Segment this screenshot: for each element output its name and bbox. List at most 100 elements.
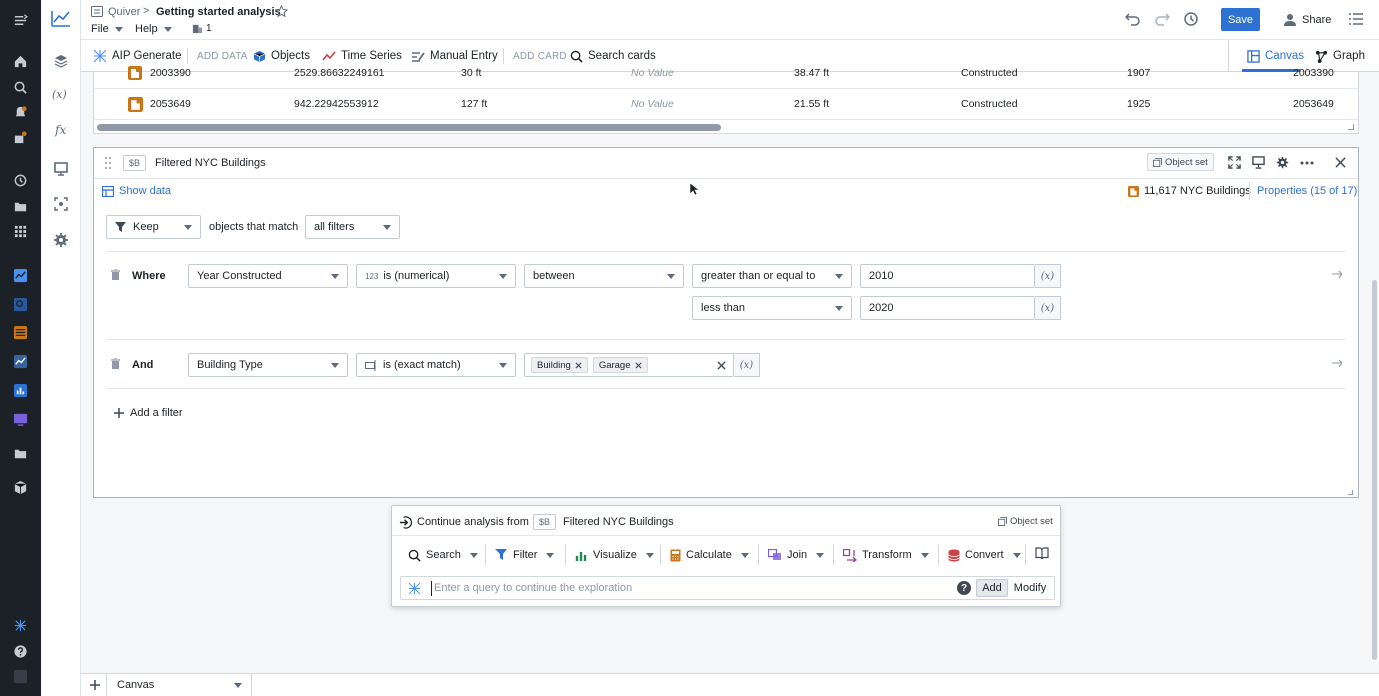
variables-icon[interactable]: (x) <box>52 88 67 101</box>
continue-from-label: Continue analysis from <box>417 516 529 528</box>
favorite-star-icon[interactable] <box>275 5 288 18</box>
undo-icon[interactable] <box>1125 12 1141 26</box>
menu-expand-icon[interactable] <box>11 11 29 29</box>
presentation-icon[interactable] <box>1252 156 1265 169</box>
visualize-button[interactable]: Visualize <box>575 542 654 568</box>
add-canvas-plus-icon[interactable] <box>90 680 100 690</box>
filter-operator-select[interactable]: is (exact match) <box>356 353 516 377</box>
help-icon[interactable] <box>11 642 29 660</box>
range-type-select[interactable]: between <box>524 264 684 288</box>
horizontal-scrollbar[interactable] <box>97 124 721 131</box>
variable-button[interactable]: (x) <box>1035 296 1061 320</box>
folder-icon[interactable] <box>11 197 29 215</box>
remove-tag-icon[interactable] <box>575 361 582 369</box>
collapse-filter-icon[interactable] <box>1332 360 1342 368</box>
properties-list-icon[interactable] <box>1349 12 1363 26</box>
filter-property-select[interactable]: Year Constructed <box>188 264 348 288</box>
delete-filter-icon[interactable] <box>111 269 120 280</box>
app-chart-icon[interactable] <box>11 352 29 370</box>
variable-button[interactable]: (x) <box>1035 264 1061 288</box>
maximize-icon[interactable] <box>1228 156 1241 169</box>
breadcrumb-separator: > <box>143 5 150 17</box>
tag-input[interactable]: Building Garage <box>524 353 734 377</box>
user-avatar-icon[interactable] <box>11 667 29 685</box>
search-button[interactable]: Search <box>408 542 478 568</box>
building-icon <box>128 89 143 119</box>
canvas-tab[interactable]: Canvas <box>106 674 252 696</box>
collapse-filter-icon[interactable] <box>1332 271 1342 279</box>
app-cube-icon[interactable] <box>11 478 29 496</box>
modify-button[interactable]: Modify <box>1009 579 1051 597</box>
resize-handle-icon[interactable] <box>1348 490 1353 495</box>
close-icon[interactable] <box>1335 157 1346 168</box>
app-quiver-icon[interactable] <box>11 266 29 284</box>
function-icon[interactable]: fx <box>55 123 66 137</box>
upper-bound-input[interactable]: 2020 <box>860 296 1035 320</box>
drag-handle-icon[interactable] <box>105 157 111 169</box>
save-button[interactable]: Save <box>1221 8 1260 31</box>
show-data-button[interactable]: Show data <box>102 185 171 197</box>
join-button[interactable]: Join <box>768 542 825 568</box>
table-row[interactable]: 2053649 942.22942553912 127 ft No Value … <box>94 89 1358 119</box>
convert-button[interactable]: Convert <box>948 542 1021 568</box>
search-icon[interactable] <box>11 78 29 96</box>
tag-building: Building <box>531 357 588 373</box>
redo-icon[interactable] <box>1154 12 1170 26</box>
convert-label: Convert <box>965 549 1004 561</box>
settings-gear-icon[interactable] <box>53 232 69 248</box>
properties-link[interactable]: Properties (15 of 17) <box>1257 185 1357 197</box>
app-explorer-icon[interactable] <box>11 295 29 313</box>
file-menu[interactable]: File <box>91 23 123 35</box>
apps-badge-icon[interactable] <box>11 128 29 146</box>
notifications-icon[interactable] <box>11 103 29 121</box>
chevron-down-icon <box>234 683 242 688</box>
add-filter-button[interactable]: Add a filter <box>114 407 183 419</box>
clear-icon[interactable] <box>717 361 726 370</box>
presentation-icon[interactable] <box>53 161 69 177</box>
help-icon[interactable]: ? <box>957 581 971 595</box>
members-indicator[interactable]: 1 <box>192 23 212 34</box>
filter-operator-select[interactable]: 123 is (numerical) <box>356 264 516 288</box>
book-icon[interactable] <box>1035 547 1049 560</box>
app-pipeline-icon[interactable] <box>11 323 29 341</box>
settings-gear-icon[interactable] <box>1276 156 1289 169</box>
table-row[interactable]: 2003390 2529.86632249161 30 ft No Value … <box>94 58 1358 88</box>
focus-icon[interactable] <box>53 196 69 212</box>
upper-bound-comparator-select[interactable]: less than <box>692 296 852 320</box>
card-title[interactable]: Filtered NYC Buildings <box>155 157 266 169</box>
filter-property-select[interactable]: Building Type <box>188 353 348 377</box>
page-title[interactable]: Getting started analysis <box>156 6 281 18</box>
share-button[interactable]: Share <box>1284 13 1331 26</box>
keep-select[interactable]: Keep <box>106 215 201 239</box>
layers-icon[interactable] <box>53 53 69 69</box>
page-scrollbar[interactable] <box>1372 280 1377 660</box>
aip-icon[interactable] <box>11 616 29 634</box>
filter-button[interactable]: Filter <box>495 542 555 568</box>
resize-handle-icon[interactable] <box>1348 124 1354 130</box>
lower-bound-comparator-select[interactable]: greater than or equal to <box>692 264 852 288</box>
match-mode-select[interactable]: all filters <box>305 215 400 239</box>
more-options-icon[interactable] <box>1300 161 1314 165</box>
query-input[interactable]: Enter a query to continue the exploratio… <box>434 582 632 594</box>
app-bar-chart-icon[interactable] <box>11 381 29 399</box>
transform-button[interactable]: Transform <box>843 542 929 568</box>
canvas-tab-bar: Canvas <box>81 673 1379 696</box>
delete-filter-icon[interactable] <box>111 358 120 369</box>
variable-button[interactable]: (x) <box>734 353 760 377</box>
app-grid-icon[interactable] <box>11 222 29 240</box>
add-button[interactable]: Add <box>976 579 1008 597</box>
remove-tag-icon[interactable] <box>634 361 642 369</box>
version-history-icon[interactable] <box>1183 11 1199 27</box>
history-icon[interactable] <box>11 171 29 189</box>
source-name: Filtered NYC Buildings <box>563 516 674 528</box>
help-menu[interactable]: Help <box>135 23 172 35</box>
numeric-type-icon: 123 <box>365 271 379 281</box>
object-count-label: 11,617 NYC Buildings <box>1144 185 1251 197</box>
home-icon[interactable] <box>11 52 29 70</box>
object-set-badge[interactable]: Object set <box>1147 153 1214 171</box>
lower-bound-input[interactable]: 2010 <box>860 264 1035 288</box>
breadcrumb-parent[interactable]: Quiver <box>108 6 140 18</box>
app-files-icon[interactable] <box>11 444 29 462</box>
calculate-button[interactable]: Calculate <box>670 542 749 568</box>
app-dashboard-icon[interactable] <box>11 410 29 428</box>
